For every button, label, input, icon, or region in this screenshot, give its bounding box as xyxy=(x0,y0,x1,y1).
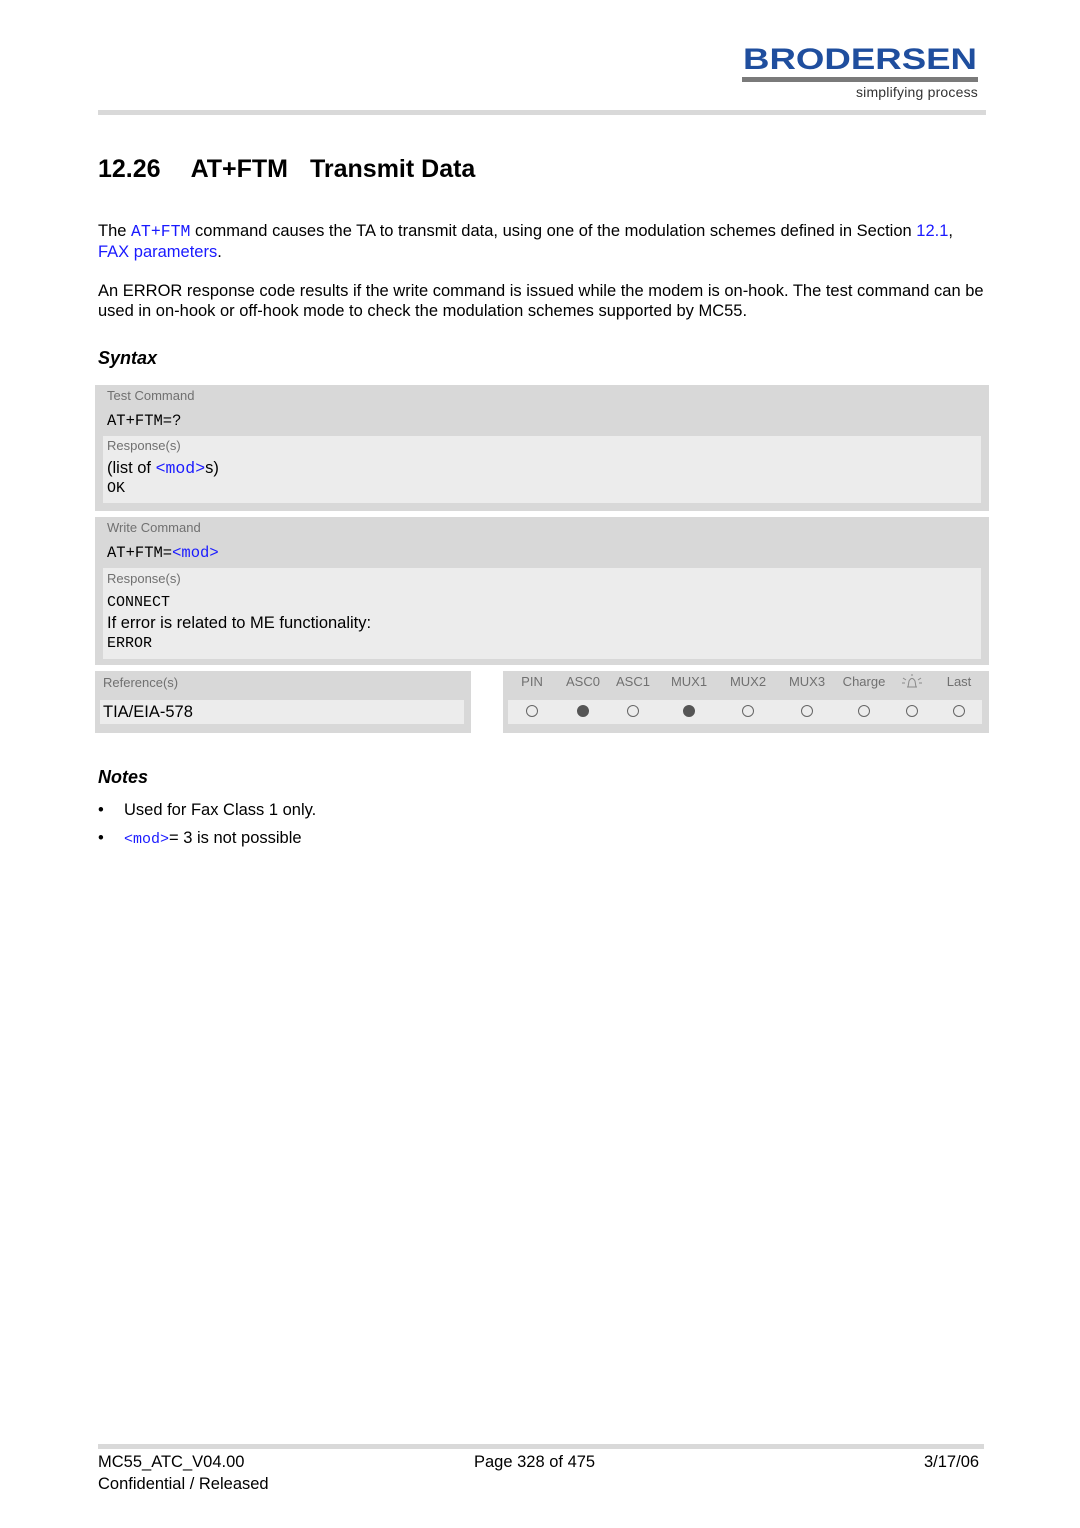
mod-param-link[interactable]: <mod> xyxy=(156,459,206,478)
responses-label: Response(s) xyxy=(107,438,181,453)
intro-paragraph-2: An ERROR response code results if the wr… xyxy=(98,282,984,320)
title-name: Transmit Data xyxy=(310,155,476,183)
flag-header-mux3: MUX3 xyxy=(788,674,826,689)
bullet: • xyxy=(98,801,104,819)
flag-header-mux1: MUX1 xyxy=(670,674,708,689)
empty-circle-icon xyxy=(906,705,918,717)
reference-value: TIA/EIA-578 xyxy=(100,700,464,724)
empty-circle-icon xyxy=(742,705,754,717)
flag-header-asc1: ASC1 xyxy=(616,674,650,689)
flag-header-asc0: ASC0 xyxy=(566,674,600,689)
mod-param-link[interactable]: <mod> xyxy=(124,831,169,848)
section-number: 12.26 xyxy=(98,155,161,183)
mod-param-link[interactable]: <mod> xyxy=(172,544,219,562)
test-command-table: Test Command AT+FTM=? Response(s) (list … xyxy=(95,385,989,511)
empty-circle-icon xyxy=(526,705,538,717)
logo-bar xyxy=(742,77,978,82)
empty-circle-icon xyxy=(953,705,965,717)
response-ok: OK xyxy=(107,480,126,497)
bullet: • xyxy=(98,829,104,847)
response-list: (list of <mod>s) xyxy=(107,459,219,478)
applicability-flags-table: PIN ASC0 ASC1 MUX1 MUX2 MUX3 Charge Last xyxy=(503,671,989,733)
test-command-label: Test Command xyxy=(107,388,195,403)
footer-doc-id: MC55_ATC_V04.00 xyxy=(98,1453,245,1471)
footer-page-number: Page 328 of 475 xyxy=(474,1453,596,1471)
response-error: ERROR xyxy=(107,635,153,652)
reference-table: Reference(s) TIA/EIA-578 xyxy=(95,671,471,733)
reference-label: Reference(s) xyxy=(103,675,179,690)
test-command-syntax: AT+FTM=? xyxy=(107,412,182,430)
flag-header-pin: PIN xyxy=(521,674,543,689)
write-responses: Response(s) CONNECT If error is related … xyxy=(103,568,981,659)
test-responses: Response(s) (list of <mod>s) OK xyxy=(103,436,981,503)
flag-header-charge: Charge xyxy=(842,674,886,689)
response-connect: CONNECT xyxy=(107,594,171,611)
header-rule xyxy=(98,110,986,115)
syntax-heading: Syntax xyxy=(98,348,158,368)
write-command-syntax: AT+FTM=<mod> xyxy=(107,544,219,562)
response-error-note: If error is related to ME functionality: xyxy=(107,614,372,632)
filled-circle-icon xyxy=(683,705,695,717)
logo-tagline: simplifying process xyxy=(855,84,978,100)
footer-date: 3/17/06 xyxy=(924,1453,980,1471)
responses-label: Response(s) xyxy=(107,571,181,586)
notes-heading: Notes xyxy=(98,767,149,787)
intro-paragraph-1: The AT+FTM command causes the TA to tran… xyxy=(98,222,953,261)
fax-parameters-link[interactable]: FAX parameters xyxy=(98,243,217,261)
flag-header-mux2: MUX2 xyxy=(729,674,767,689)
filled-circle-icon xyxy=(577,705,589,717)
alarm-bell-icon xyxy=(901,674,923,693)
empty-circle-icon xyxy=(801,705,813,717)
write-command-table: Write Command AT+FTM=<mod> Response(s) C… xyxy=(95,517,989,665)
logo-text: BRODERSEN xyxy=(743,44,977,74)
section-link[interactable]: 12.1 xyxy=(916,222,948,240)
command-link[interactable]: AT+FTM xyxy=(131,222,190,241)
empty-circle-icon xyxy=(627,705,639,717)
brodersen-logo: BRODERSEN xyxy=(743,44,977,74)
flag-header-last: Last xyxy=(946,674,972,689)
write-command-label: Write Command xyxy=(107,520,201,535)
note-item: • <mod>= 3 is not possible xyxy=(98,829,302,848)
footer-status: Confidential / Released xyxy=(98,1475,269,1493)
footer-rule xyxy=(98,1444,984,1449)
note-item: • Used for Fax Class 1 only. xyxy=(98,801,317,819)
title-command: AT+FTM xyxy=(190,155,288,183)
page-title: 12.26 AT+FTM Transmit Data xyxy=(98,155,475,184)
empty-circle-icon xyxy=(858,705,870,717)
